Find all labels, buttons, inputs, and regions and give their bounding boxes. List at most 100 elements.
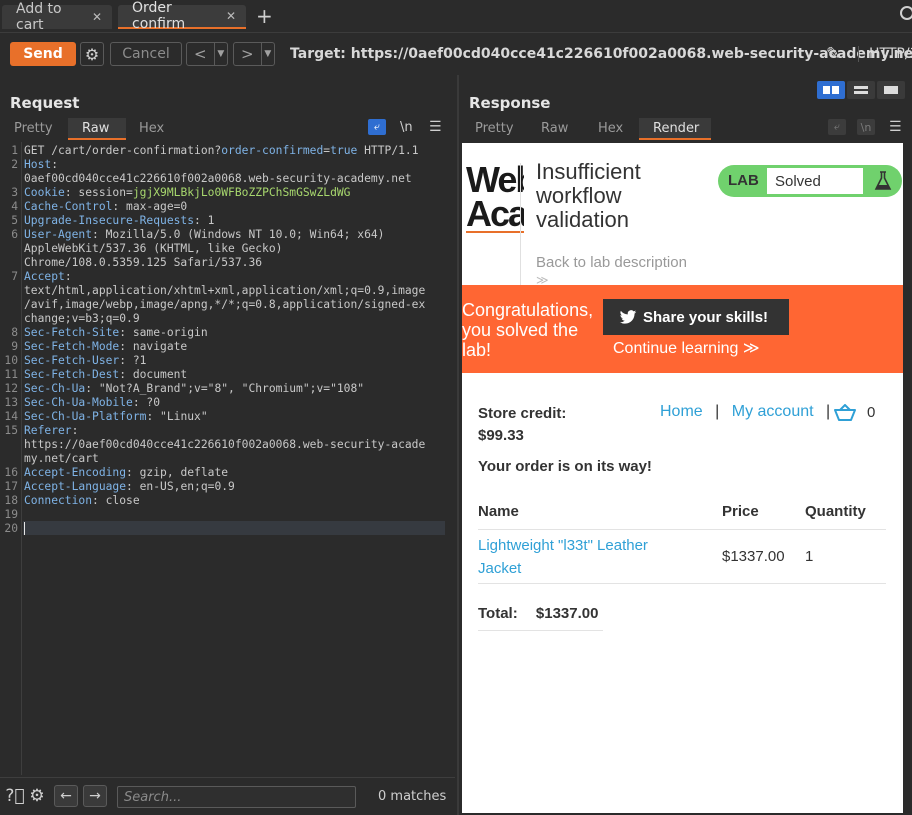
add-tab-icon[interactable]: + — [256, 4, 273, 28]
line-content: Sec-Fetch-Mode: navigate — [24, 340, 187, 354]
code-token: AppleWebKit/537.36 (KHTML, like Gecko) — [24, 242, 283, 255]
chevron-down-icon[interactable]: ▼ — [260, 43, 274, 65]
close-icon[interactable]: ✕ — [92, 10, 102, 24]
rendered-page: Web Academy Insufficient workflow valida… — [462, 143, 903, 813]
store-credit-label: Store credit: — [478, 405, 567, 422]
share-skills-button[interactable]: Share your skills! — [603, 299, 789, 335]
header-name: User-Agent — [24, 228, 93, 241]
line-content: Sec-Fetch-Site: same-origin — [24, 326, 208, 340]
lab-title: Insufficient workflow validation — [536, 159, 641, 232]
tab-hex[interactable]: Hex — [598, 121, 623, 136]
text-caret — [24, 522, 25, 535]
layout-single-icon[interactable] — [877, 81, 905, 99]
close-icon[interactable]: ✕ — [226, 9, 236, 23]
tab-raw[interactable]: Raw — [82, 121, 109, 136]
nav-separator: | — [715, 403, 720, 420]
line-number: 3 — [11, 186, 18, 199]
word-wrap-icon[interactable]: ⤶ — [828, 119, 846, 135]
pencil-icon[interactable]: ✎ — [826, 44, 840, 64]
line-content: Referer: — [24, 424, 78, 438]
store-credit: Store credit: $99.33 — [478, 403, 588, 447]
gear-icon[interactable]: ⚙ — [80, 42, 104, 66]
search-icon[interactable] — [900, 6, 912, 20]
congratulations-text: Congratulations, you solved the lab! — [462, 300, 594, 360]
line-content: my.net/cart — [24, 452, 99, 466]
top-navigation: Home | My account | — [660, 403, 838, 421]
help-icon[interactable]: ?⃝ — [5, 786, 25, 806]
header-name: Sec-Ch-Ua-Mobile — [24, 396, 133, 409]
my-account-link[interactable]: My account — [732, 403, 814, 420]
request-view-tabs: Pretty Raw Hex ⤶ \n ☰ — [0, 118, 457, 140]
newline-icon[interactable]: \n — [857, 119, 875, 135]
send-button[interactable]: Send — [10, 42, 76, 66]
lab-label: LAB — [728, 172, 759, 189]
cancel-button[interactable]: Cancel — [110, 42, 182, 66]
code-token: = — [126, 186, 133, 199]
order-confirmation-message: Your order is on its way! — [478, 458, 652, 475]
chevron-left-icon: < — [194, 45, 207, 63]
newline-icon[interactable]: \n — [400, 120, 413, 135]
tab-order-confirm[interactable]: Order confirm ✕ — [118, 0, 246, 32]
layout-side-by-side-icon[interactable] — [817, 81, 845, 99]
tab-raw[interactable]: Raw — [541, 121, 568, 136]
line-content: Upgrade-Insecure-Requests: 1 — [24, 214, 214, 228]
header-name: Sec-Fetch-Mode — [24, 340, 120, 353]
line-number: 8 — [11, 326, 18, 339]
home-link[interactable]: Home — [660, 403, 703, 420]
code-token: change;v=b3;q=0.9 — [24, 312, 140, 325]
tab-pretty[interactable]: Pretty — [475, 121, 514, 136]
header-name: Sec-Fetch-User — [24, 354, 120, 367]
chevron-double-right-icon: ≫ — [742, 340, 760, 357]
total-value: $1337.00 — [535, 605, 599, 622]
code-token: my.net/cart — [24, 452, 99, 465]
line-number: 6 — [11, 228, 18, 241]
cart-icon[interactable] — [834, 404, 856, 422]
line-content: Cookie: session=jgjX9MLBkjLo0WFBoZZPChSm… — [24, 186, 351, 200]
word-wrap-icon[interactable]: ⤶ — [368, 119, 386, 135]
line-number: 17 — [4, 480, 18, 493]
menu-icon[interactable]: ☰ — [889, 119, 902, 135]
continue-learning-link[interactable]: Continue learning ≫ — [613, 338, 760, 358]
tab-label: Add to cart — [16, 1, 62, 33]
continue-label: Continue learning — [613, 340, 739, 357]
flask-icon — [874, 171, 892, 190]
total-underline — [478, 630, 603, 631]
product-quantity: 1 — [805, 548, 814, 565]
http-version[interactable]: HTTP/1 — [858, 46, 912, 62]
line-content: https://0aef00cd040cce41c226610f002a0068… — [24, 438, 425, 452]
search-bar: ?⃝ ⚙ ← → Search... 0 matches — [0, 777, 455, 815]
tab-render[interactable]: Render — [653, 121, 699, 136]
header-name: Sec-Fetch-Site — [24, 326, 120, 339]
table-divider — [478, 583, 886, 584]
header-name: Referer — [24, 424, 72, 437]
line-content: Sec-Ch-Ua: "Not?A_Brand";v="8", "Chromiu… — [24, 382, 364, 396]
request-editor[interactable]: 1 GET /cart/order-confirmation?order-conf… — [0, 142, 455, 775]
code-token: HTTP/1.1 — [357, 144, 419, 157]
layout-stacked-icon[interactable] — [847, 81, 875, 99]
history-back-button[interactable]: < ▼ — [186, 42, 228, 66]
product-link[interactable]: Lightweight "l33t" Leather Jacket — [478, 534, 678, 580]
line-content: Accept-Encoding: gzip, deflate — [24, 466, 228, 480]
line-content: /avif,image/webp,image/apng,*/*;q=0.8,ap… — [24, 298, 425, 312]
match-count: 0 matches — [378, 789, 447, 804]
cookie-value: jgjX9MLBkjLo0WFBoZZPChSmGSwZLdWG — [132, 186, 351, 199]
code-token: : max-age=0 — [112, 200, 188, 213]
web-security-academy-logo[interactable]: Web Academy — [466, 163, 524, 233]
header-name: Sec-Ch-Ua — [24, 382, 86, 395]
code-token: : "Linux" — [146, 410, 208, 423]
code-token: : en-US,en;q=0.9 — [126, 480, 235, 493]
line-number: 11 — [4, 368, 18, 381]
gear-icon[interactable]: ⚙ — [27, 786, 47, 806]
search-next-button[interactable]: → — [83, 785, 107, 807]
chevron-down-icon[interactable]: ▼ — [213, 43, 227, 65]
menu-icon[interactable]: ☰ — [429, 119, 442, 135]
tab-hex[interactable]: Hex — [139, 121, 164, 136]
search-input[interactable]: Search... — [117, 786, 356, 808]
column-header-name: Name — [478, 503, 519, 520]
response-view-tabs: Pretty Raw Hex Render ⤶ \n ☰ — [459, 118, 912, 140]
history-forward-button[interactable]: > ▼ — [233, 42, 275, 66]
back-to-lab-link[interactable]: Back to lab description — [536, 254, 687, 271]
tab-add-to-cart[interactable]: Add to cart ✕ — [2, 1, 112, 33]
search-previous-button[interactable]: ← — [54, 785, 78, 807]
tab-pretty[interactable]: Pretty — [14, 121, 53, 136]
